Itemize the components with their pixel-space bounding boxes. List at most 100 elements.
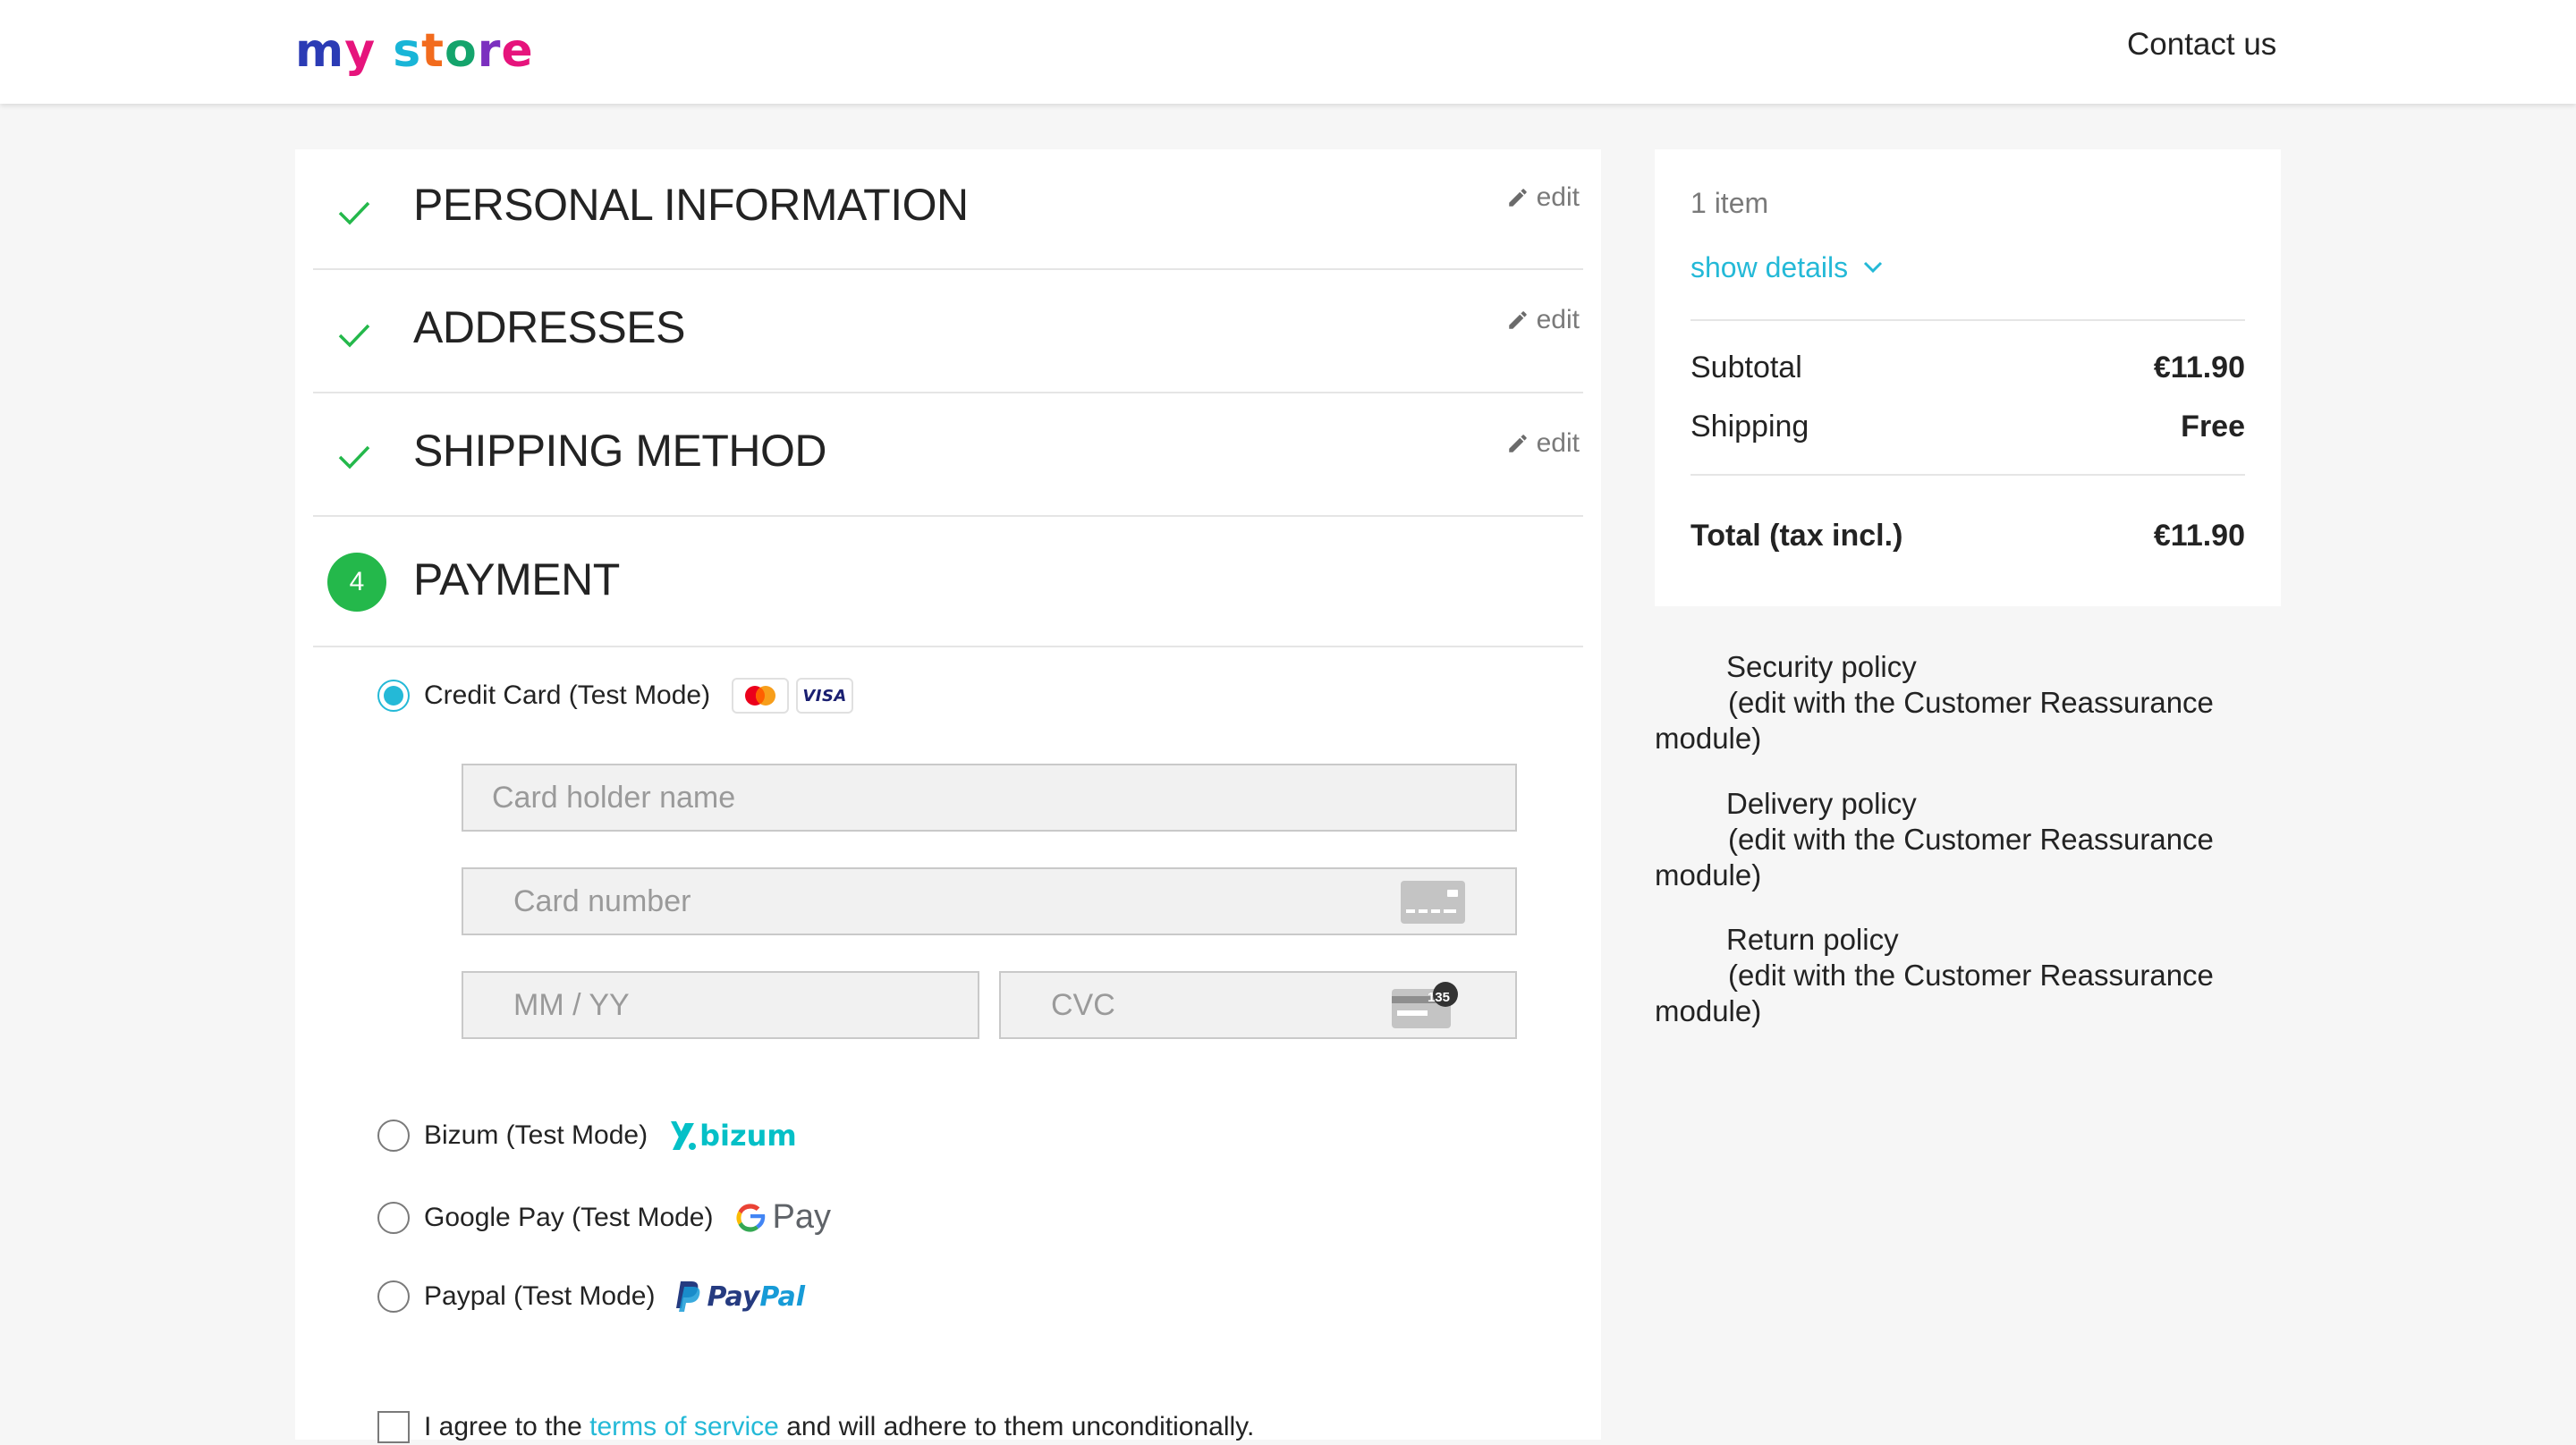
terms-text: I agree to the terms of service and will…	[424, 1409, 1254, 1445]
logo-letter: m	[295, 24, 345, 78]
checkout-panel: PERSONAL INFORMATION edit ADDRESSES edit…	[295, 149, 1601, 1443]
logo-letter: t	[421, 24, 445, 78]
cvc-field[interactable]: 135	[999, 971, 1517, 1039]
edit-label: edit	[1536, 305, 1580, 334]
check-icon	[338, 445, 370, 469]
mastercard-logo	[745, 686, 776, 706]
expiry-date-field[interactable]	[462, 971, 979, 1039]
edit-addresses-button[interactable]: edit	[1506, 302, 1580, 338]
paypal-radio[interactable]	[377, 1280, 410, 1313]
reassurance-description: (edit with the Customer Reassurance	[1728, 959, 2214, 992]
card-holder-name-input[interactable]	[463, 765, 1515, 830]
check-icon	[338, 201, 370, 225]
card-number-field[interactable]	[462, 867, 1517, 935]
reassurance-title: Security policy	[1726, 650, 1917, 683]
contact-us-link[interactable]: Contact us	[2127, 25, 2276, 64]
step-number-badge: 4	[327, 553, 386, 612]
shipping-row: Shipping Free	[1690, 407, 2245, 446]
site-header: my store Contact us	[0, 0, 2576, 104]
logo-letter: r	[477, 24, 502, 78]
reassurance-description-end: module)	[1655, 994, 1762, 1027]
cvc-badge-text: 135	[1427, 990, 1450, 1005]
reassurance-description-end: module)	[1655, 722, 1762, 755]
payment-option-paypal[interactable]: Paypal (Test Mode) PayPal	[377, 1279, 805, 1314]
terms-checkbox[interactable]	[377, 1411, 410, 1443]
pencil-icon	[1508, 435, 1527, 452]
step-addresses[interactable]: ADDRESSES edit	[313, 270, 1583, 393]
expiry-date-input[interactable]	[463, 973, 978, 1037]
shipping-value: Free	[2181, 410, 2245, 444]
bizum-icon	[671, 1121, 697, 1150]
reassurance-description: (edit with the Customer Reassurance	[1728, 823, 2214, 856]
chevron-down-icon	[1864, 261, 1883, 274]
logo-letter: e	[501, 24, 534, 78]
payment-option-google-pay[interactable]: Google Pay (Test Mode) Pay	[377, 1198, 831, 1237]
bizum-logo-text: bizum	[699, 1119, 797, 1153]
logo-letter: s	[393, 24, 422, 78]
credit-card-icon	[1401, 881, 1465, 924]
subtotal-row: Subtotal €11.90	[1690, 348, 2245, 387]
show-details-toggle[interactable]: show details	[1690, 248, 1884, 287]
paypal-text-pal: Pal	[759, 1280, 806, 1313]
paypal-icon	[676, 1281, 700, 1312]
show-details-label: show details	[1690, 251, 1849, 283]
pencil-icon	[1508, 189, 1527, 207]
check-icon	[338, 324, 370, 348]
shipping-label: Shipping	[1690, 410, 1809, 444]
subtotal-value: €11.90	[2153, 351, 2245, 384]
payment-option-label: Bizum (Test Mode)	[424, 1120, 648, 1150]
paypal-logo: PayPal	[674, 1280, 805, 1314]
reassurance-title: Return policy	[1726, 923, 1899, 956]
credit-card-radio[interactable]	[377, 680, 410, 712]
reassurance-return: Return policy (edit with the Customer Re…	[1655, 922, 2281, 1029]
step-title: PAYMENT	[413, 554, 620, 604]
google-pay-logo: Pay	[734, 1198, 831, 1237]
item-count: 1 item	[1690, 187, 1769, 219]
google-pay-text: Pay	[772, 1198, 831, 1236]
reassurance-security: Security policy (edit with the Customer …	[1655, 649, 2281, 756]
step-title: SHIPPING METHOD	[413, 426, 826, 476]
payment-option-bizum[interactable]: Bizum (Test Mode) bizum	[377, 1118, 797, 1153]
mastercard-icon	[732, 678, 790, 714]
edit-label: edit	[1536, 428, 1580, 458]
logo-letter: y	[344, 24, 377, 78]
total-row: Total (tax incl.) €11.90	[1690, 516, 2245, 555]
payment-option-label: Google Pay (Test Mode)	[424, 1202, 714, 1232]
reassurance-description-end: module)	[1655, 858, 1762, 892]
step-payment: PAYMENT	[313, 517, 1583, 647]
visa-logo-text: VISA	[802, 686, 847, 706]
cart-summary: 1 item show details Subtotal €11.90 Ship…	[1655, 149, 2281, 606]
visa-icon: VISA	[796, 678, 854, 714]
edit-label: edit	[1536, 182, 1580, 212]
step-title: PERSONAL INFORMATION	[413, 180, 969, 230]
reassurance-title: Delivery policy	[1726, 787, 1917, 820]
reassurance-delivery: Delivery policy (edit with the Customer …	[1655, 786, 2281, 893]
reassurance-description: (edit with the Customer Reassurance	[1728, 686, 2214, 719]
payment-option-label: Paypal (Test Mode)	[424, 1281, 656, 1311]
total-value: €11.90	[2153, 519, 2245, 553]
google-g-icon	[736, 1203, 766, 1232]
logo-letter	[376, 24, 393, 78]
store-logo[interactable]: my store	[295, 21, 534, 80]
payment-option-credit-card[interactable]: Credit Card (Test Mode) VISA	[377, 678, 854, 714]
total-label: Total (tax incl.)	[1690, 519, 1903, 553]
terms-of-service-link[interactable]: terms of service	[589, 1412, 779, 1441]
edit-personal-information-button[interactable]: edit	[1506, 180, 1580, 215]
summary-divider	[1690, 319, 2245, 321]
subtotal-label: Subtotal	[1690, 351, 1802, 384]
step-shipping-method[interactable]: SHIPPING METHOD edit	[313, 393, 1583, 517]
terms-prefix: I agree to the	[424, 1412, 590, 1441]
card-holder-name-field[interactable]	[462, 764, 1517, 832]
pencil-icon	[1508, 311, 1527, 329]
step-personal-information[interactable]: PERSONAL INFORMATION edit	[313, 149, 1583, 270]
payment-option-label: Credit Card (Test Mode)	[424, 680, 711, 710]
terms-suffix: and will adhere to them unconditionally.	[778, 1412, 1255, 1441]
summary-divider	[1690, 474, 2245, 476]
edit-shipping-method-button[interactable]: edit	[1506, 426, 1580, 461]
card-number-input[interactable]	[463, 869, 1515, 934]
bizum-radio[interactable]	[377, 1120, 410, 1152]
google-pay-radio[interactable]	[377, 1201, 410, 1234]
terms-agreement: I agree to the terms of service and will…	[377, 1409, 1254, 1445]
logo-letter: o	[445, 24, 478, 78]
bizum-logo: bizum	[667, 1118, 797, 1153]
